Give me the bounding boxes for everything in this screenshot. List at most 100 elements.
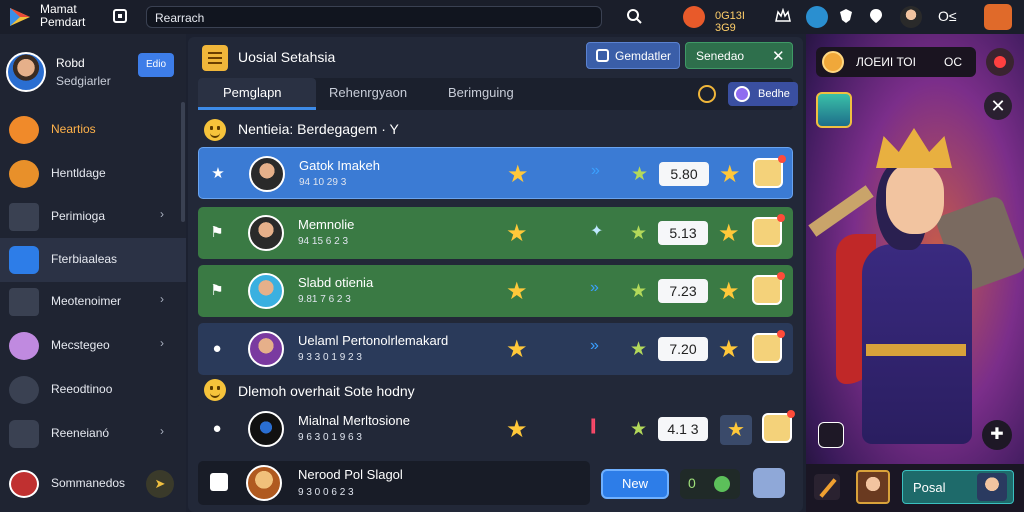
globe-icon[interactable] xyxy=(806,6,828,28)
character-thumbnail[interactable] xyxy=(762,410,795,443)
forward-icon[interactable]: » xyxy=(590,337,599,355)
star-icon[interactable]: ★ xyxy=(720,415,752,445)
chevron-right-icon: › xyxy=(160,336,164,350)
brand-name: Mamat Pemdart xyxy=(40,2,86,29)
signal-icon[interactable]: ||| xyxy=(590,417,597,435)
list-item[interactable]: ★ Gatok Imakeh 94 10 29 3 ★ » ★ 5.80 ★ xyxy=(198,147,793,199)
flag-icon: ⚑ xyxy=(210,282,224,299)
tab-3[interactable]: Berimguing xyxy=(448,85,514,100)
puzzle-icon[interactable]: ✚ xyxy=(982,420,1012,450)
tab-1[interactable]: Pemglapn xyxy=(223,85,282,100)
sidebar-item-4[interactable]: Fterbiaaleas xyxy=(0,238,186,282)
character-thumbnail[interactable] xyxy=(752,330,785,363)
score-value: 5.13 xyxy=(658,221,708,245)
postal-button[interactable]: Posal xyxy=(902,470,1014,504)
new-button[interactable]: New xyxy=(601,469,669,499)
section-title-1: Nentieia: Berdegagem · Y xyxy=(238,121,399,137)
calculator-button[interactable]: Gemdatler xyxy=(586,42,680,69)
shield-icon[interactable] xyxy=(838,8,854,24)
location-icon[interactable] xyxy=(868,8,884,24)
avatar xyxy=(248,215,284,251)
game-coin-counter[interactable]: ЛОЕИІ ТОІ OC xyxy=(816,47,976,77)
character-thumbnail[interactable] xyxy=(753,155,786,188)
game-bottom-bar: Posal xyxy=(806,464,1024,512)
sidebar-item-7[interactable]: Reeodtinoo xyxy=(0,368,186,412)
coin-icon xyxy=(822,51,844,73)
score-value: 7.23 xyxy=(658,279,708,303)
notification-icon[interactable] xyxy=(986,48,1014,76)
pin-icon[interactable]: ➤ xyxy=(146,470,174,498)
window-icon[interactable] xyxy=(112,8,128,24)
list-item[interactable]: ● Mialnal Merltosione 9 6 3 0 1 9 6 3 ★ … xyxy=(198,403,795,455)
avatar xyxy=(977,473,1007,501)
sidebar-item-1[interactable]: Neartios xyxy=(0,108,186,152)
square-icon[interactable] xyxy=(818,422,844,448)
search-icon[interactable] xyxy=(626,8,642,24)
character-thumbnail[interactable] xyxy=(752,214,785,247)
star-icon: ★ xyxy=(630,223,648,244)
user-avatar[interactable] xyxy=(900,6,922,28)
coin-balance[interactable]: 0G13I 3G9 xyxy=(683,5,767,34)
avatar xyxy=(248,331,284,367)
treasure-chest-icon[interactable] xyxy=(984,4,1012,30)
avatar-icon xyxy=(9,332,39,360)
smiley-icon xyxy=(204,119,226,141)
close-icon[interactable]: ✕ xyxy=(984,92,1012,120)
forward-icon[interactable]: » xyxy=(591,162,600,180)
calculator-icon xyxy=(596,49,609,62)
rank-badge-icon[interactable] xyxy=(816,92,852,128)
sidebar: Robd Sedgiarler Edio Neartios Hentldage … xyxy=(0,34,186,512)
list-item[interactable]: ⚑ Slabd otienia 9.81 7 6 2 3 ★ » ★ 7.23 … xyxy=(198,265,793,317)
star-icon: ★ xyxy=(630,419,648,440)
star-icon[interactable]: ★ xyxy=(506,277,528,306)
sidebar-item-2[interactable]: Hentldage xyxy=(0,152,186,196)
app-logo-icon[interactable] xyxy=(8,6,32,28)
star-icon[interactable]: ★ xyxy=(718,219,740,248)
top-bar: Mamat Pemdart Rearrach 0G13I 3G9 O≤ xyxy=(0,0,1024,34)
folder-icon xyxy=(9,203,39,231)
composer-bar[interactable]: Nerood Pol Slagol 9 3 0 0 6 2 3 xyxy=(198,461,590,505)
user-circle-icon xyxy=(734,86,750,102)
star-icon[interactable]: ★ xyxy=(507,160,529,189)
message-icon xyxy=(210,473,228,491)
edit-profile-button[interactable]: Edio xyxy=(138,53,174,77)
list-item[interactable]: ● Uelaml Pertonolrlemakard 9 3 3 0 1 9 2… xyxy=(198,323,793,375)
tab-2[interactable]: Rehenrgyaon xyxy=(329,85,407,100)
chevron-right-icon: › xyxy=(160,207,164,221)
list-item[interactable]: ⚑ Memnolie 94 15 6 2 3 ★ ✦ ★ 5.13 ★ xyxy=(198,207,793,259)
star-icon[interactable]: ★ xyxy=(506,335,528,364)
profile-label[interactable]: O≤ xyxy=(938,8,957,24)
sidebar-item-6[interactable]: Mecstegeo › xyxy=(0,324,186,368)
score-value: 7.20 xyxy=(658,337,708,361)
tab-action-button[interactable]: Bedhe xyxy=(728,82,798,106)
user-icon: ● xyxy=(212,420,222,437)
star-icon[interactable]: ★ xyxy=(718,335,740,364)
gear-icon[interactable] xyxy=(698,85,716,103)
main-panel: Uosial Setahsia Gemdatler Senedao ✕ Pemg… xyxy=(188,37,803,512)
sidebar-item-3[interactable]: Perimioga › xyxy=(0,195,186,239)
character-thumbnail[interactable] xyxy=(752,272,785,305)
crown-icon[interactable] xyxy=(775,8,791,24)
star-icon: ★ xyxy=(211,165,225,182)
sidebar-item-8[interactable]: Reeneianó › xyxy=(0,412,186,456)
search-input[interactable]: Rearrach xyxy=(146,6,602,28)
flag-icon: ⚑ xyxy=(210,224,224,241)
close-icon[interactable]: ✕ xyxy=(772,47,785,65)
status-toggle[interactable]: 0 xyxy=(680,469,740,499)
avatar xyxy=(248,273,284,309)
section-title-2: Dlemoh overhait Sote hodny xyxy=(238,383,415,399)
avatar[interactable] xyxy=(6,52,46,92)
star-icon[interactable]: ★ xyxy=(718,277,740,306)
send-button[interactable]: Senedao ✕ xyxy=(685,42,793,69)
star-icon[interactable]: ★ xyxy=(719,160,741,189)
game-panel: ЛОЕИІ ТОІ OC ✕ ✚ Posal xyxy=(806,34,1024,512)
sparkle-icon[interactable]: ✦ xyxy=(590,221,604,241)
sidebar-item-9[interactable]: Sommanedos ➤ xyxy=(0,462,186,506)
pencil-icon[interactable] xyxy=(814,474,840,500)
star-icon[interactable]: ★ xyxy=(506,415,528,444)
character-thumbnail[interactable] xyxy=(856,470,890,504)
sidebar-item-5[interactable]: Meotenoimer › xyxy=(0,280,186,324)
bag-icon[interactable] xyxy=(753,468,785,498)
forward-icon[interactable]: » xyxy=(590,279,599,297)
star-icon[interactable]: ★ xyxy=(506,219,528,248)
